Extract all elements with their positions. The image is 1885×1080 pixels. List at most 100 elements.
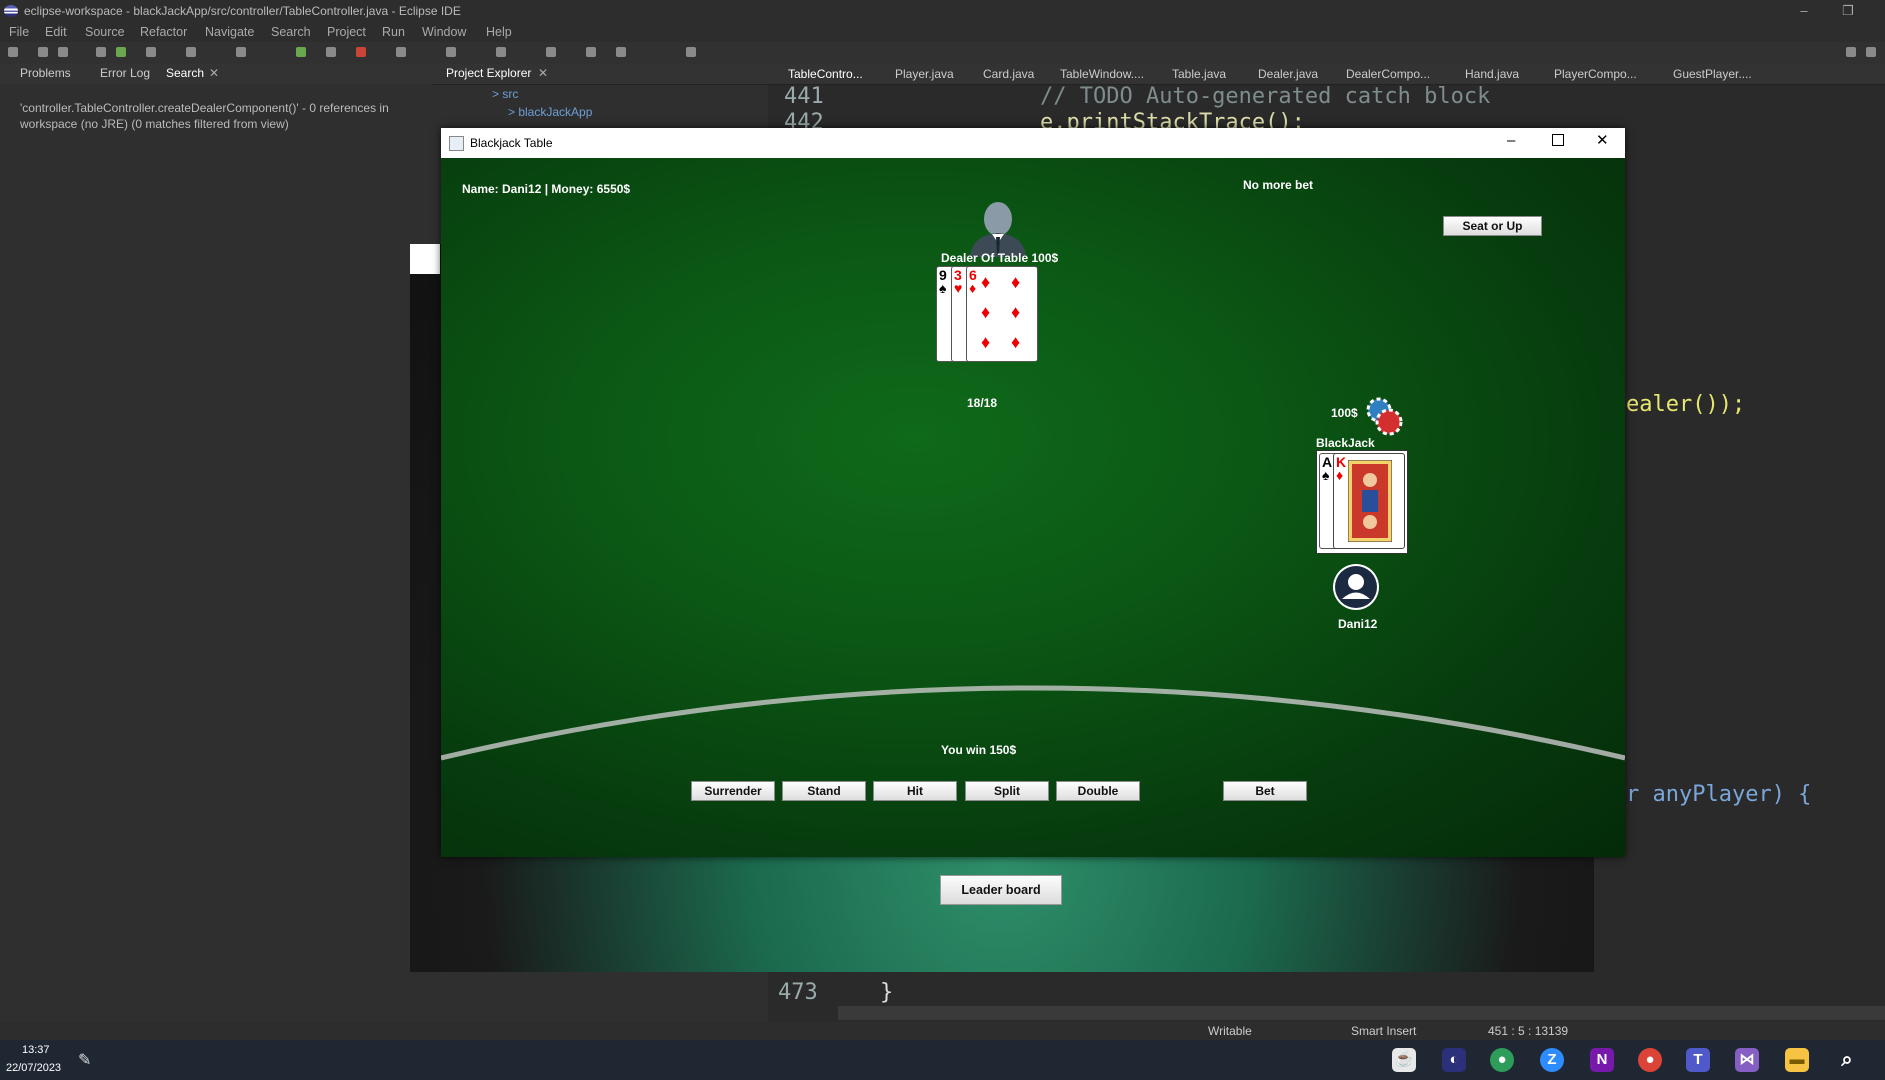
status-writable: Writable xyxy=(1208,1024,1252,1038)
tab-error-log[interactable]: Error Log xyxy=(100,66,150,80)
run-icon[interactable] xyxy=(116,47,126,57)
diamond-pip-icon: ♦ xyxy=(1011,272,1021,292)
king-face-icon xyxy=(1348,460,1392,542)
run-as-icon[interactable] xyxy=(296,47,306,57)
blackjack-titlebar: Blackjack Table – ✕ xyxy=(441,128,1625,158)
quick-access-search-icon[interactable] xyxy=(1846,47,1856,57)
menu-search[interactable]: Search xyxy=(271,25,311,39)
tab-search[interactable]: Search xyxy=(166,66,204,80)
search-tool-icon[interactable] xyxy=(446,47,456,57)
editor-tab-dealer[interactable]: Dealer.java xyxy=(1258,67,1318,81)
leader-board-button[interactable]: Leader board xyxy=(940,875,1062,905)
split-button[interactable]: Split xyxy=(965,781,1049,801)
line-number: 441 xyxy=(784,84,824,109)
annotation-icon[interactable] xyxy=(496,47,506,57)
open-type-icon[interactable] xyxy=(236,47,246,57)
visual-studio-icon[interactable]: ⋈ xyxy=(1735,1048,1759,1072)
line-number: 473 xyxy=(778,980,818,1005)
menu-run[interactable]: Run xyxy=(382,25,405,39)
save-icon[interactable] xyxy=(38,47,48,57)
save-all-icon[interactable] xyxy=(58,47,68,57)
search-icon[interactable]: ⌕ xyxy=(1835,1048,1859,1072)
coverage-icon[interactable] xyxy=(326,47,336,57)
chrome-canary-icon[interactable]: ● xyxy=(1490,1048,1514,1072)
blackjack-table-felt: Name: Dani12 | Money: 6550$ No more bet … xyxy=(441,158,1625,857)
editor-tab-player[interactable]: Player.java xyxy=(895,67,954,81)
clock-date: 22/07/2023 xyxy=(6,1062,62,1074)
restore-icon[interactable]: ❐ xyxy=(1834,0,1862,22)
new-icon[interactable] xyxy=(8,47,18,57)
minimize-icon[interactable]: – xyxy=(1790,0,1818,22)
teams-icon[interactable]: T xyxy=(1686,1048,1710,1072)
editor-tab-playercomponent[interactable]: PlayerCompo... xyxy=(1554,67,1637,81)
eclipse-titlebar: eclipse-workspace - blackJackApp/src/con… xyxy=(0,0,1885,22)
close-icon[interactable]: ✕ xyxy=(209,66,219,80)
editor-tab-tablecontroller[interactable]: TableContro... xyxy=(788,67,863,81)
tab-project-explorer[interactable]: Project Explorer xyxy=(446,66,531,80)
code-line: // TODO Auto-generated catch block xyxy=(1040,84,1491,109)
build-icon[interactable] xyxy=(186,47,196,57)
blackjack-window: Blackjack Table – ✕ Name: Dani12 | Money… xyxy=(441,128,1625,857)
editor-tab-card[interactable]: Card.java xyxy=(983,67,1034,81)
editor-tab-hand[interactable]: Hand.java xyxy=(1465,67,1519,81)
eclipse-logo-icon xyxy=(4,5,18,17)
menu-refactor[interactable]: Refactor xyxy=(140,25,187,39)
editor-tab-tablewindow[interactable]: TableWindow.... xyxy=(1060,67,1144,81)
editor-tab-guestplayer[interactable]: GuestPlayer.... xyxy=(1673,67,1752,81)
zoom-icon[interactable]: Z xyxy=(1540,1048,1564,1072)
perspective-icon[interactable] xyxy=(1866,47,1876,57)
onenote-icon[interactable]: N xyxy=(1590,1048,1614,1072)
close-icon[interactable]: ✕ xyxy=(538,66,548,80)
tab-problems[interactable]: Problems xyxy=(20,66,71,80)
hit-button[interactable]: Hit xyxy=(873,781,957,801)
dealer-avatar-icon xyxy=(970,202,1026,257)
step-icon[interactable] xyxy=(146,47,156,57)
result-message: You win 150$ xyxy=(941,743,1017,757)
java-app-icon[interactable]: ☕ xyxy=(1392,1048,1416,1072)
pin-icon[interactable] xyxy=(686,47,696,57)
minimize-icon[interactable]: – xyxy=(1507,132,1515,149)
editor-tab-table[interactable]: Table.java xyxy=(1172,67,1226,81)
diamond-pip-icon: ♦ xyxy=(1011,302,1021,322)
diamond-pip-icon: ♦ xyxy=(981,302,991,322)
clock-time: 13:37 xyxy=(22,1044,50,1056)
stand-button[interactable]: Stand xyxy=(782,781,866,801)
external-tools-icon[interactable] xyxy=(356,47,366,57)
pen-icon[interactable]: ✎ xyxy=(78,1050,91,1070)
menu-file[interactable]: File xyxy=(9,25,29,39)
back-icon[interactable] xyxy=(586,47,596,57)
maximize-icon[interactable] xyxy=(1552,134,1564,146)
forward-icon[interactable] xyxy=(616,47,626,57)
menu-help[interactable]: Help xyxy=(486,25,512,39)
tree-src[interactable]: > src xyxy=(492,87,518,101)
menu-window[interactable]: Window xyxy=(422,25,466,39)
dealer-label: Dealer Of Table 100$ xyxy=(941,251,1059,265)
code-fragment: r anyPlayer) { xyxy=(1626,782,1812,807)
search-toolbar xyxy=(0,84,432,100)
bet-button[interactable]: Bet xyxy=(1223,781,1307,801)
menu-edit[interactable]: Edit xyxy=(45,25,67,39)
tree-project[interactable]: > blackJackApp xyxy=(508,105,592,119)
chrome-icon[interactable]: ● xyxy=(1638,1048,1662,1072)
surrender-button[interactable]: Surrender xyxy=(691,781,775,801)
java-app-icon xyxy=(449,136,464,151)
player-avatar-icon xyxy=(1333,564,1379,610)
seat-or-up-button[interactable]: Seat or Up xyxy=(1443,216,1542,236)
menu-source[interactable]: Source xyxy=(85,25,125,39)
player-bet-amount: 100$ xyxy=(1331,406,1358,420)
eclipse-app-icon[interactable]: ◐ xyxy=(1442,1048,1466,1072)
close-icon[interactable]: ✕ xyxy=(1596,131,1609,149)
main-toolbar xyxy=(0,42,1885,65)
new-package-icon[interactable] xyxy=(396,47,406,57)
player-hand-area: A ♠ K ♦ xyxy=(1316,450,1408,554)
player-hand-result: BlackJack xyxy=(1316,436,1375,450)
menu-project[interactable]: Project xyxy=(327,25,366,39)
debug-icon[interactable] xyxy=(96,47,106,57)
next-annotation-icon[interactable] xyxy=(546,47,556,57)
horizontal-scrollbar[interactable] xyxy=(838,1006,1885,1020)
menu-navigate[interactable]: Navigate xyxy=(205,25,254,39)
editor-tab-dealercomponent[interactable]: DealerCompo... xyxy=(1346,67,1430,81)
file-explorer-icon[interactable]: ▬ xyxy=(1785,1048,1809,1072)
double-button[interactable]: Double xyxy=(1056,781,1140,801)
status-insert-mode: Smart Insert xyxy=(1351,1024,1417,1038)
